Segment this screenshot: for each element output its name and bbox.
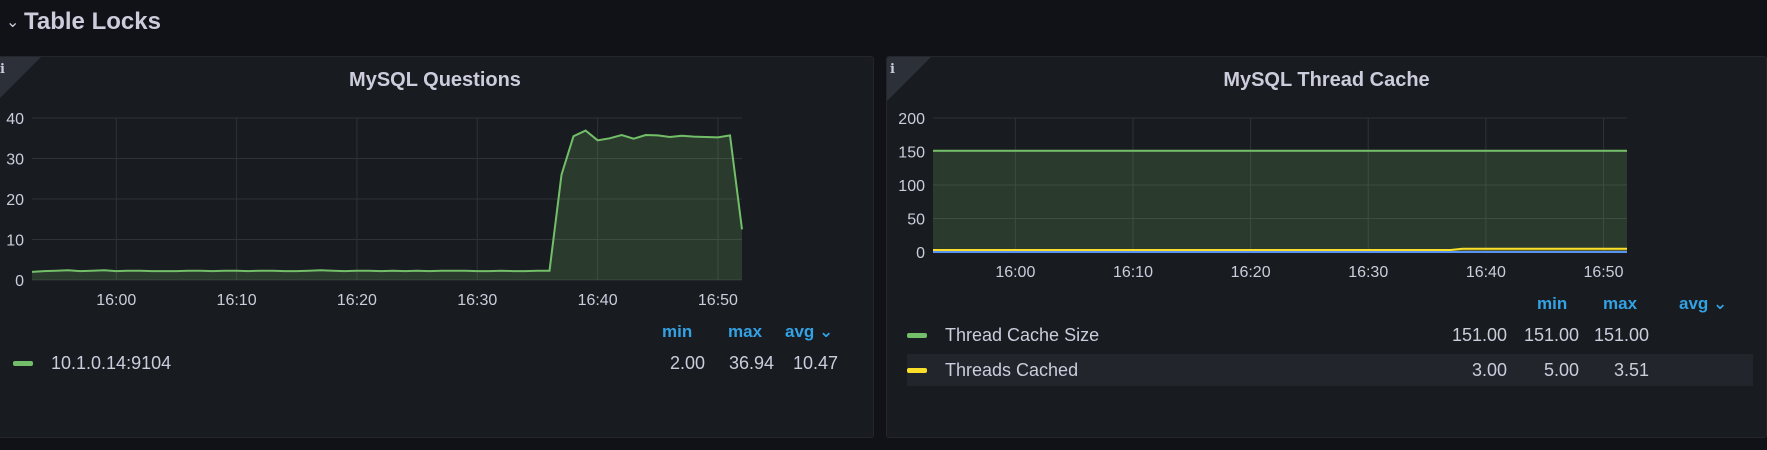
legend-avg-value: 10.47: [792, 352, 838, 373]
x-tick-label: 16:40: [1466, 264, 1506, 281]
chevron-down-icon[interactable]: ⌄: [6, 12, 19, 32]
x-tick-label: 16:50: [698, 292, 738, 309]
x-tick-label: 16:20: [337, 292, 377, 309]
legend-row[interactable]: 10.1.0.14:9104 2.00 36.94 10.47: [13, 347, 863, 379]
panel-mysql-questions: i MySQL Questions 0 10 20 30 40 16:00 16:10 16:…: [0, 56, 874, 438]
legend-row[interactable]: Thread Cache Size 151.00 151.00 151.00: [907, 319, 1753, 351]
x-tick-label: 16:20: [1231, 264, 1271, 281]
y-tick-label: 100: [898, 178, 925, 195]
legend-swatch: [907, 367, 927, 373]
chart-mysql-questions: 0 10 20 30 40 16:00 16:10 16:20 16:30 16:40 16:50: [6, 111, 743, 309]
legend-avg-value: 151.00: [1593, 324, 1649, 345]
legend-header-min[interactable]: min: [662, 322, 692, 342]
y-tick-label: 20: [6, 192, 24, 209]
x-tick-label: 16:00: [96, 292, 136, 309]
legend-min-value: 2.00: [669, 352, 705, 373]
y-tick-label: 150: [898, 145, 925, 162]
legend-header-max[interactable]: max: [728, 322, 762, 342]
y-tick-label: 200: [898, 111, 925, 128]
panel-mysql-thread-cache: i MySQL Thread Cache 0 50 100 150 200 16:00 16…: [886, 56, 1767, 438]
legend-header-min[interactable]: min: [1537, 294, 1567, 314]
legend-avg-value: 3.51: [1613, 359, 1649, 380]
legend-swatch: [13, 360, 33, 366]
legend-header-max[interactable]: max: [1603, 294, 1637, 314]
y-tick-label: 50: [907, 212, 925, 229]
y-tick-label: 0: [15, 273, 24, 290]
y-tick-label: 0: [916, 245, 925, 262]
x-tick-label: 16:00: [995, 264, 1035, 281]
y-tick-label: 40: [6, 111, 24, 128]
x-tick-label: 16:50: [1583, 264, 1623, 281]
legend-max-value: 151.00: [1523, 324, 1579, 345]
row-title: Table Locks: [24, 8, 161, 35]
legend-series-name: 10.1.0.14:9104: [51, 352, 172, 373]
x-tick-label: 16:10: [1113, 264, 1153, 281]
series-area: [933, 150, 1627, 252]
chevron-down-icon: ⌄: [1713, 294, 1728, 313]
x-tick-label: 16:30: [1348, 264, 1388, 281]
y-tick-label: 10: [6, 233, 24, 250]
row-header-table-locks[interactable]: ⌄ Table Locks: [0, 0, 1767, 44]
legend-header-avg[interactable]: avg ⌄: [1679, 294, 1727, 314]
legend-min-value: 3.00: [1471, 359, 1507, 380]
legend-series-name: Threads Cached: [945, 359, 1079, 380]
legend-max-value: 5.00: [1543, 359, 1579, 380]
legend-header-avg[interactable]: avg ⌄: [785, 322, 833, 342]
legend-swatch: [907, 332, 927, 338]
legend-series-name: Thread Cache Size: [945, 324, 1100, 345]
series-area: [32, 130, 742, 280]
x-tick-label: 16:30: [457, 292, 497, 309]
legend-row[interactable]: Threads Cached 3.00 5.00 3.51: [907, 354, 1753, 386]
x-tick-label: 16:10: [217, 292, 257, 309]
x-tick-label: 16:40: [578, 292, 618, 309]
y-tick-label: 30: [6, 152, 24, 169]
chevron-down-icon: ⌄: [819, 322, 834, 341]
legend-min-value: 151.00: [1451, 324, 1507, 345]
